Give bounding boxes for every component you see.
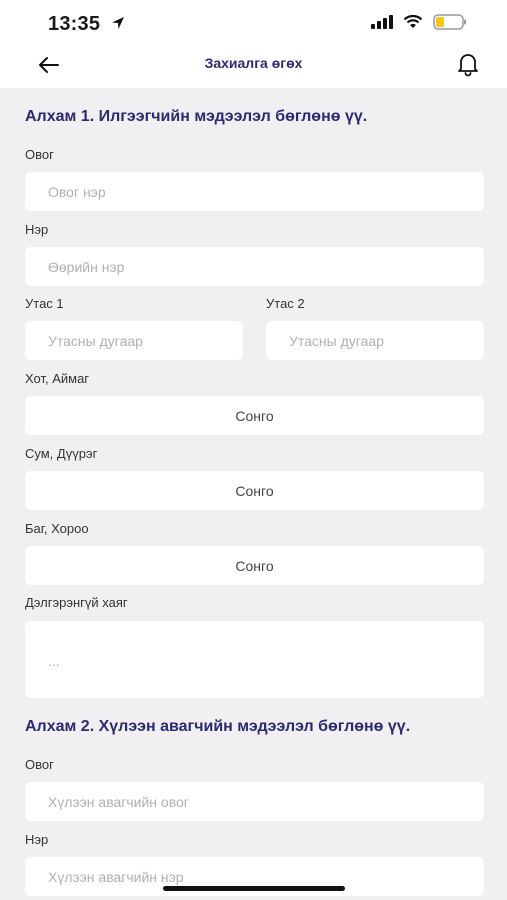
wifi-icon	[403, 15, 423, 28]
step2-title: Алхам 2. Хүлээн авагчийн мэдээлэл бөглөн…	[25, 718, 411, 735]
phone1-input[interactable]: Утасны дугаар	[25, 321, 243, 360]
status-time: 13:35	[48, 13, 101, 35]
recipient-first-name-label: Нэр	[25, 832, 49, 847]
recipient-last-name-input[interactable]: Хүлээн авагчийн овог	[25, 782, 484, 821]
khoroo-select[interactable]: Сонго	[25, 546, 484, 585]
city-select[interactable]: Сонго	[25, 396, 484, 435]
order-form: Алхам 1. Илгээгчийн мэдээлэл бөглөнө үү.…	[0, 88, 507, 900]
sender-last-name-label: Овог	[25, 147, 54, 162]
home-indicator[interactable]	[163, 886, 345, 891]
sender-first-name-label: Нэр	[25, 222, 49, 237]
recipient-last-name-label: Овог	[25, 757, 54, 772]
address-label: Дэлгэрэнгүй хаяг	[25, 595, 128, 610]
step1-title: Алхам 1. Илгээгчийн мэдээлэл бөглөнө үү.	[25, 108, 368, 125]
phone2-label: Утас 2	[266, 296, 305, 311]
signal-icon	[371, 15, 393, 29]
district-select[interactable]: Сонго	[25, 471, 484, 510]
location-arrow-icon	[112, 17, 124, 29]
city-label: Хот, Аймаг	[25, 371, 90, 386]
nav-bar: Захиалга өгөх	[0, 46, 507, 88]
bell-icon[interactable]	[455, 50, 481, 78]
sender-first-name-input[interactable]: Өөрийн нэр	[25, 247, 484, 286]
phone1-label: Утас 1	[25, 296, 64, 311]
address-textarea[interactable]: ...	[25, 621, 484, 698]
phone2-input[interactable]: Утасны дугаар	[266, 321, 484, 360]
status-icons	[371, 14, 467, 30]
district-label: Сум, Дүүрэг	[25, 446, 98, 461]
khoroo-label: Баг, Хороо	[25, 521, 89, 536]
battery-icon	[433, 14, 466, 30]
sender-last-name-input[interactable]: Овог нэр	[25, 172, 484, 211]
page-title: Захиалга өгөх	[204, 55, 303, 71]
status-bar: 13:35	[0, 0, 507, 46]
